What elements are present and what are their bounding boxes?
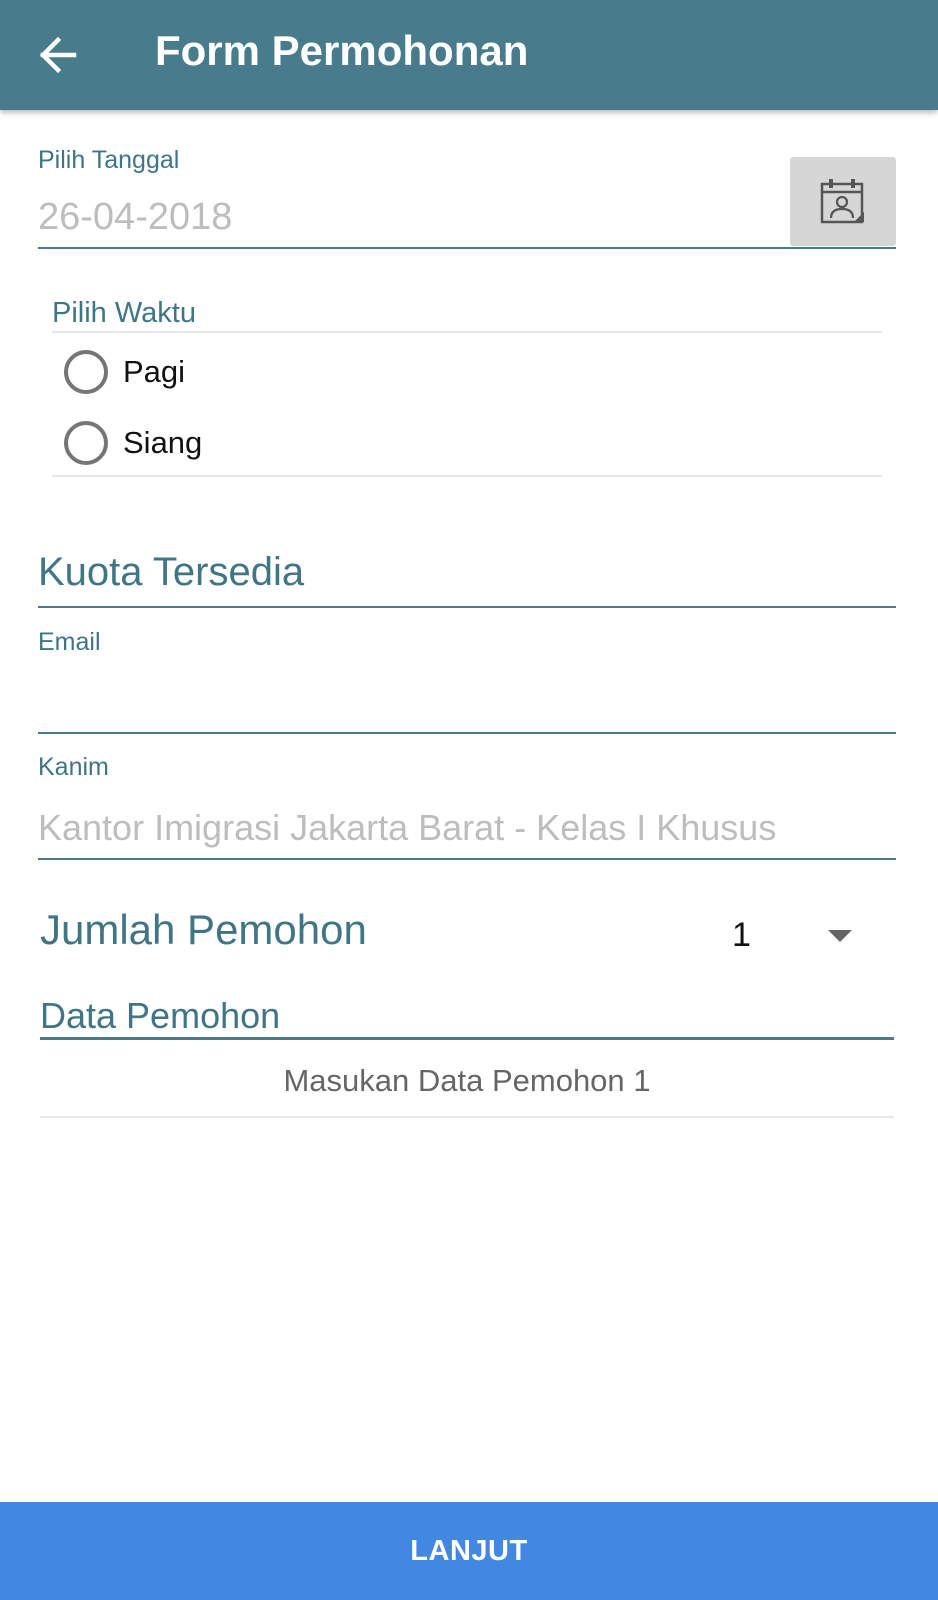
dropdown-value: 1 xyxy=(732,915,751,954)
arrow-left-icon xyxy=(39,36,77,74)
radio-unchecked-icon[interactable] xyxy=(64,350,108,394)
calendar-button[interactable] xyxy=(790,157,896,246)
date-underline xyxy=(38,247,896,249)
applicant-data-underline xyxy=(40,1037,894,1040)
toolbar: Form Permohonan xyxy=(0,0,938,110)
radio-label: Pagi xyxy=(123,354,186,389)
applicant-data-item[interactable]: Masukan Data Pemohon 1 xyxy=(40,1055,894,1107)
email-underline xyxy=(38,732,896,734)
kanim-label: Kanim xyxy=(38,753,109,781)
kanim-field[interactable] xyxy=(38,803,896,853)
email-field[interactable] xyxy=(38,670,896,720)
radio-label: Siang xyxy=(123,425,203,460)
radio-pagi[interactable]: Pagi xyxy=(64,347,185,397)
quota-label: Kuota Tersedia xyxy=(38,550,305,594)
divider xyxy=(40,1116,894,1118)
page-title: Form Permohonan xyxy=(155,27,529,74)
radio-unchecked-icon[interactable] xyxy=(64,421,108,465)
applicant-count-dropdown[interactable]: 1 xyxy=(700,905,880,965)
calendar-icon xyxy=(820,178,864,223)
divider xyxy=(52,331,882,333)
app-screen: Form Permohonan Pilih Tanggal Pilih Wakt… xyxy=(0,0,938,1600)
email-label: Email xyxy=(38,628,101,656)
applicant-data-label: Data Pemohon xyxy=(40,995,281,1036)
dropdown-arrow-icon xyxy=(828,930,852,942)
quota-underline xyxy=(38,606,896,608)
radio-siang[interactable]: Siang xyxy=(64,418,202,468)
divider xyxy=(52,475,882,477)
time-label: Pilih Waktu xyxy=(52,297,196,329)
back-button[interactable] xyxy=(20,20,96,90)
date-field[interactable] xyxy=(38,192,768,242)
next-button[interactable]: LANJUT xyxy=(0,1502,938,1600)
applicant-count-label: Jumlah Pemohon xyxy=(40,906,367,953)
kanim-underline xyxy=(38,858,896,860)
date-label: Pilih Tanggal xyxy=(38,146,180,174)
